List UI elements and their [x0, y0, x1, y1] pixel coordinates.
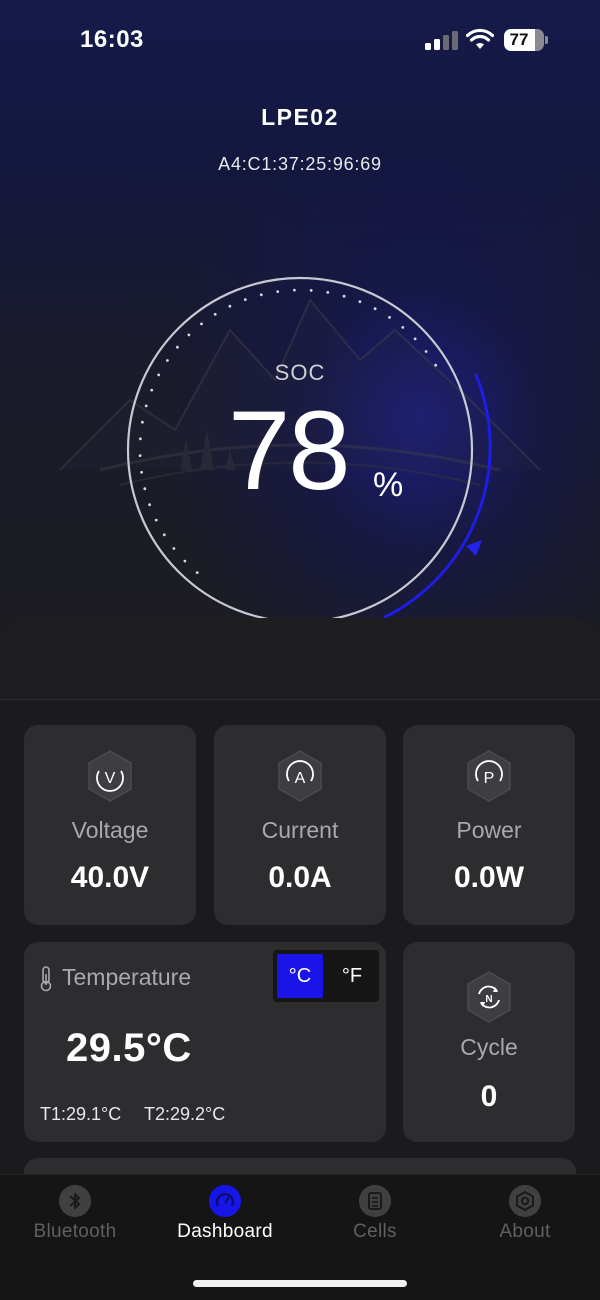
voltage-icon: V [88, 750, 132, 802]
temperature-card: Temperature °C °F 29.5°C T1:29.1°C T2:29… [24, 942, 386, 1142]
temperature-sensor-2: T2:29.2°C [144, 1104, 226, 1124]
device-name: LPE02 [261, 104, 339, 130]
svg-text:A: A [295, 770, 306, 787]
gauge-tick-dot [388, 316, 391, 319]
tab-cells[interactable]: Cells [300, 1185, 450, 1255]
status-time: 16:03 [80, 26, 144, 53]
gauge-tick-dot [195, 571, 199, 574]
gauge-tick-dot [176, 345, 179, 349]
about-icon [509, 1185, 541, 1217]
tab-cells-label: Cells [353, 1221, 397, 1242]
cycle-value: 0 [480, 1080, 498, 1113]
cells-icon [359, 1185, 391, 1217]
voltage-label: Voltage [71, 817, 149, 843]
tab-bluetooth-label: Bluetooth [33, 1221, 117, 1242]
soc-label: SOC [274, 360, 326, 385]
gauge-tick-dot [373, 307, 377, 311]
gauge-tick-dot [358, 300, 362, 304]
power-icon: P [467, 750, 511, 802]
svg-text:N: N [485, 994, 492, 1005]
gauge-tick-dot [150, 388, 154, 392]
wifi-icon [466, 28, 494, 49]
gauge-tick-dot [228, 304, 232, 308]
battery-level: 77 [509, 30, 529, 49]
gauge-tick-dot [401, 326, 405, 329]
celsius-button[interactable]: °C [277, 954, 323, 998]
tab-bluetooth[interactable]: Bluetooth [0, 1185, 150, 1255]
gauge-tick-dot [213, 312, 217, 316]
bluetooth-icon [59, 1185, 91, 1217]
gauge-tick-dot [140, 470, 144, 474]
gauge-tick-dot [293, 288, 296, 292]
dashboard-icon [209, 1185, 241, 1217]
gauge-tick-dot [172, 547, 176, 550]
current-card[interactable]: A Current 0.0A [214, 725, 386, 925]
tab-dashboard[interactable]: Dashboard [150, 1185, 300, 1255]
gauge-tick-dot [187, 333, 191, 337]
temperature-unit-toggle: °C °F [273, 950, 379, 1002]
svg-text:P: P [484, 770, 495, 787]
gauge-tick-dot [144, 404, 148, 408]
cellular-signal-icon [425, 30, 459, 50]
tab-about-label: About [499, 1221, 551, 1242]
battery-icon: 77 [504, 29, 548, 51]
thermometer-icon [40, 966, 52, 992]
cycle-label: Cycle [460, 1034, 518, 1060]
gauge-tick-dot [139, 437, 142, 441]
gauge-tick-dot [143, 487, 147, 491]
voltage-value: 40.0V [70, 861, 150, 894]
gauge-tick-dot [148, 503, 152, 507]
current-value: 0.0A [268, 861, 332, 894]
gauge-tick-dot [154, 518, 158, 522]
voltage-card[interactable]: V Voltage 40.0V [24, 725, 196, 925]
home-indicator [193, 1280, 407, 1287]
gauge-tick-dot [183, 559, 187, 563]
current-label: Current [261, 817, 339, 843]
gauge-tick-dot [259, 293, 263, 297]
soc-value: 78 [228, 388, 351, 513]
tab-dashboard-label: Dashboard [177, 1221, 273, 1242]
gauge-tick-dot [162, 533, 166, 537]
gauge-tick-dot [413, 337, 417, 341]
temperature-sensor-1: T1:29.1°C [40, 1104, 122, 1124]
gauge-tick-dot [276, 290, 280, 293]
current-icon: A [278, 750, 322, 802]
gauge-tick-dot [243, 298, 247, 301]
power-label: Power [456, 817, 522, 843]
gauge-tick-dot [138, 454, 142, 457]
gauge-tick-dot [424, 350, 428, 353]
svg-text:V: V [105, 770, 116, 787]
device-mac-address: A4:C1:37:25:96:69 [218, 154, 382, 174]
gauge-tick-dot [342, 294, 346, 298]
temperature-title: Temperature [62, 964, 192, 990]
temperature-value: 29.5°C [66, 1026, 192, 1070]
fahrenheit-button[interactable]: °F [329, 954, 375, 998]
soc-unit: % [373, 466, 404, 504]
power-card[interactable]: P Power 0.0W [403, 725, 575, 925]
cycle-icon: N [467, 971, 511, 1023]
tab-about[interactable]: About [450, 1185, 600, 1255]
gauge-tick-dot [200, 322, 203, 326]
gauge-tick-dot [141, 420, 144, 424]
power-value: 0.0W [453, 861, 525, 894]
gauge-tick-dot [326, 291, 330, 294]
gauge-tick-dot [309, 289, 313, 292]
sheet-handle-area[interactable] [0, 618, 600, 700]
cycle-card[interactable]: N Cycle 0 [403, 942, 575, 1142]
